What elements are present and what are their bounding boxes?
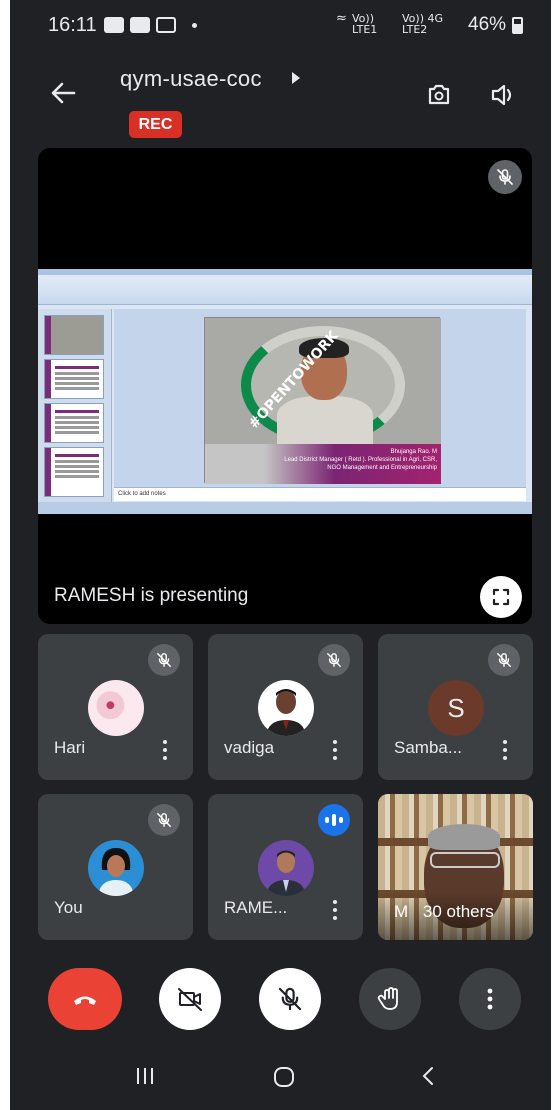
more-notifications-dot	[192, 23, 197, 28]
ppt-slide-canvas: #OPENTOWORK Bhujanga Rao. M Lead Distric…	[114, 309, 526, 487]
participant-name: Hari	[54, 738, 86, 757]
end-call-button[interactable]	[48, 968, 122, 1030]
switch-camera-icon[interactable]	[424, 80, 454, 110]
battery-icon	[512, 17, 523, 34]
presenter-label: RAMESH is presenting	[54, 585, 249, 606]
participant-tile-ramesh[interactable]: RAME...	[208, 794, 363, 940]
sim2-label: Vo)) 4G LTE2	[402, 12, 444, 36]
caption-name: Bhujanga Rao. M	[390, 449, 437, 455]
android-nav-bar	[10, 1045, 551, 1110]
participant-name: vadiga	[224, 738, 275, 757]
fullscreen-icon[interactable]	[480, 576, 522, 618]
mic-off-icon	[148, 644, 180, 676]
caption-line2: Lead District Manager ( Retd ). Professi…	[284, 457, 437, 463]
ppt-titlebar	[38, 269, 532, 275]
camera-toggle-button[interactable]	[159, 968, 221, 1030]
profile-photo: #OPENTOWORK	[205, 318, 441, 444]
participant-tile-samba[interactable]: S Samba...	[378, 634, 533, 780]
home-icon[interactable]	[272, 1065, 296, 1094]
screen-edge-right	[551, 0, 556, 1110]
status-bar: 16:11 ≈ Vo)) LTE1 Vo)) 4G LTE2 46%	[10, 0, 551, 50]
others-initial: M	[394, 902, 409, 921]
sim1-label: Vo)) LTE1	[352, 12, 378, 36]
avatar	[258, 840, 314, 896]
slide-thumbnail	[44, 447, 104, 497]
mic-off-icon	[148, 804, 180, 836]
avatar	[88, 840, 144, 896]
more-options-button[interactable]	[459, 968, 521, 1030]
meeting-details-arrow-icon[interactable]	[292, 72, 300, 84]
slide-thumbnail	[44, 359, 104, 399]
slide-thumbnail	[44, 403, 104, 443]
current-slide: #OPENTOWORK Bhujanga Rao. M Lead Distric…	[204, 317, 441, 484]
participant-name: RAME...	[224, 898, 288, 917]
mic-off-icon	[318, 644, 350, 676]
notes-pane: Click to add notes	[114, 487, 526, 501]
avatar-initial: S	[428, 680, 484, 736]
battery-percent: 46%	[468, 14, 507, 35]
nav-back-icon[interactable]	[418, 1065, 440, 1092]
others-tile[interactable]: M 30 others	[378, 794, 533, 940]
mic-off-icon	[488, 644, 520, 676]
voicemail-notification-icon	[156, 17, 176, 33]
back-arrow-icon[interactable]	[50, 80, 76, 106]
more-vert-icon[interactable]	[156, 738, 174, 762]
more-vert-icon[interactable]	[326, 898, 344, 922]
youtube-notification-icon	[104, 17, 124, 33]
mic-toggle-button[interactable]	[259, 968, 321, 1030]
youtube-notification-icon	[130, 17, 150, 33]
participant-tile-hari[interactable]: Hari	[38, 634, 193, 780]
others-count: 30 others	[422, 902, 494, 921]
ppt-slide-thumbnails	[38, 309, 112, 502]
slide-caption: Bhujanga Rao. M Lead District Manager ( …	[205, 444, 441, 484]
others-label: M 30 others	[394, 902, 494, 922]
shared-screen-powerpoint: #OPENTOWORK Bhujanga Rao. M Lead Distric…	[38, 269, 532, 514]
screen-edge-left	[0, 0, 10, 1110]
recording-badge: REC	[129, 111, 182, 138]
participant-name: Samba...	[394, 738, 463, 757]
speaking-indicator-icon	[318, 804, 350, 836]
avatar	[258, 680, 314, 736]
caption-line3: NGO Management and Entrepreneurship	[327, 465, 437, 471]
raise-hand-button[interactable]	[359, 968, 421, 1030]
participant-tile-vadiga[interactable]: vadiga	[208, 634, 363, 780]
speaker-icon[interactable]	[488, 80, 518, 110]
meeting-code[interactable]: qym-usae-coc	[120, 66, 262, 92]
status-time: 16:11	[48, 14, 97, 36]
participant-tile-you[interactable]: You	[38, 794, 193, 940]
participant-name: You	[54, 898, 83, 917]
avatar	[88, 680, 144, 736]
more-vert-icon[interactable]	[326, 738, 344, 762]
ppt-statusbar	[38, 502, 532, 514]
recents-icon[interactable]	[134, 1065, 156, 1092]
more-vert-icon[interactable]	[496, 738, 514, 762]
presentation-tile[interactable]: #OPENTOWORK Bhujanga Rao. M Lead Distric…	[38, 148, 532, 624]
meet-call-screen: 16:11 ≈ Vo)) LTE1 Vo)) 4G LTE2 46% qym-u…	[10, 0, 551, 1110]
mic-off-icon	[488, 160, 522, 194]
slide-thumbnail	[44, 315, 104, 355]
